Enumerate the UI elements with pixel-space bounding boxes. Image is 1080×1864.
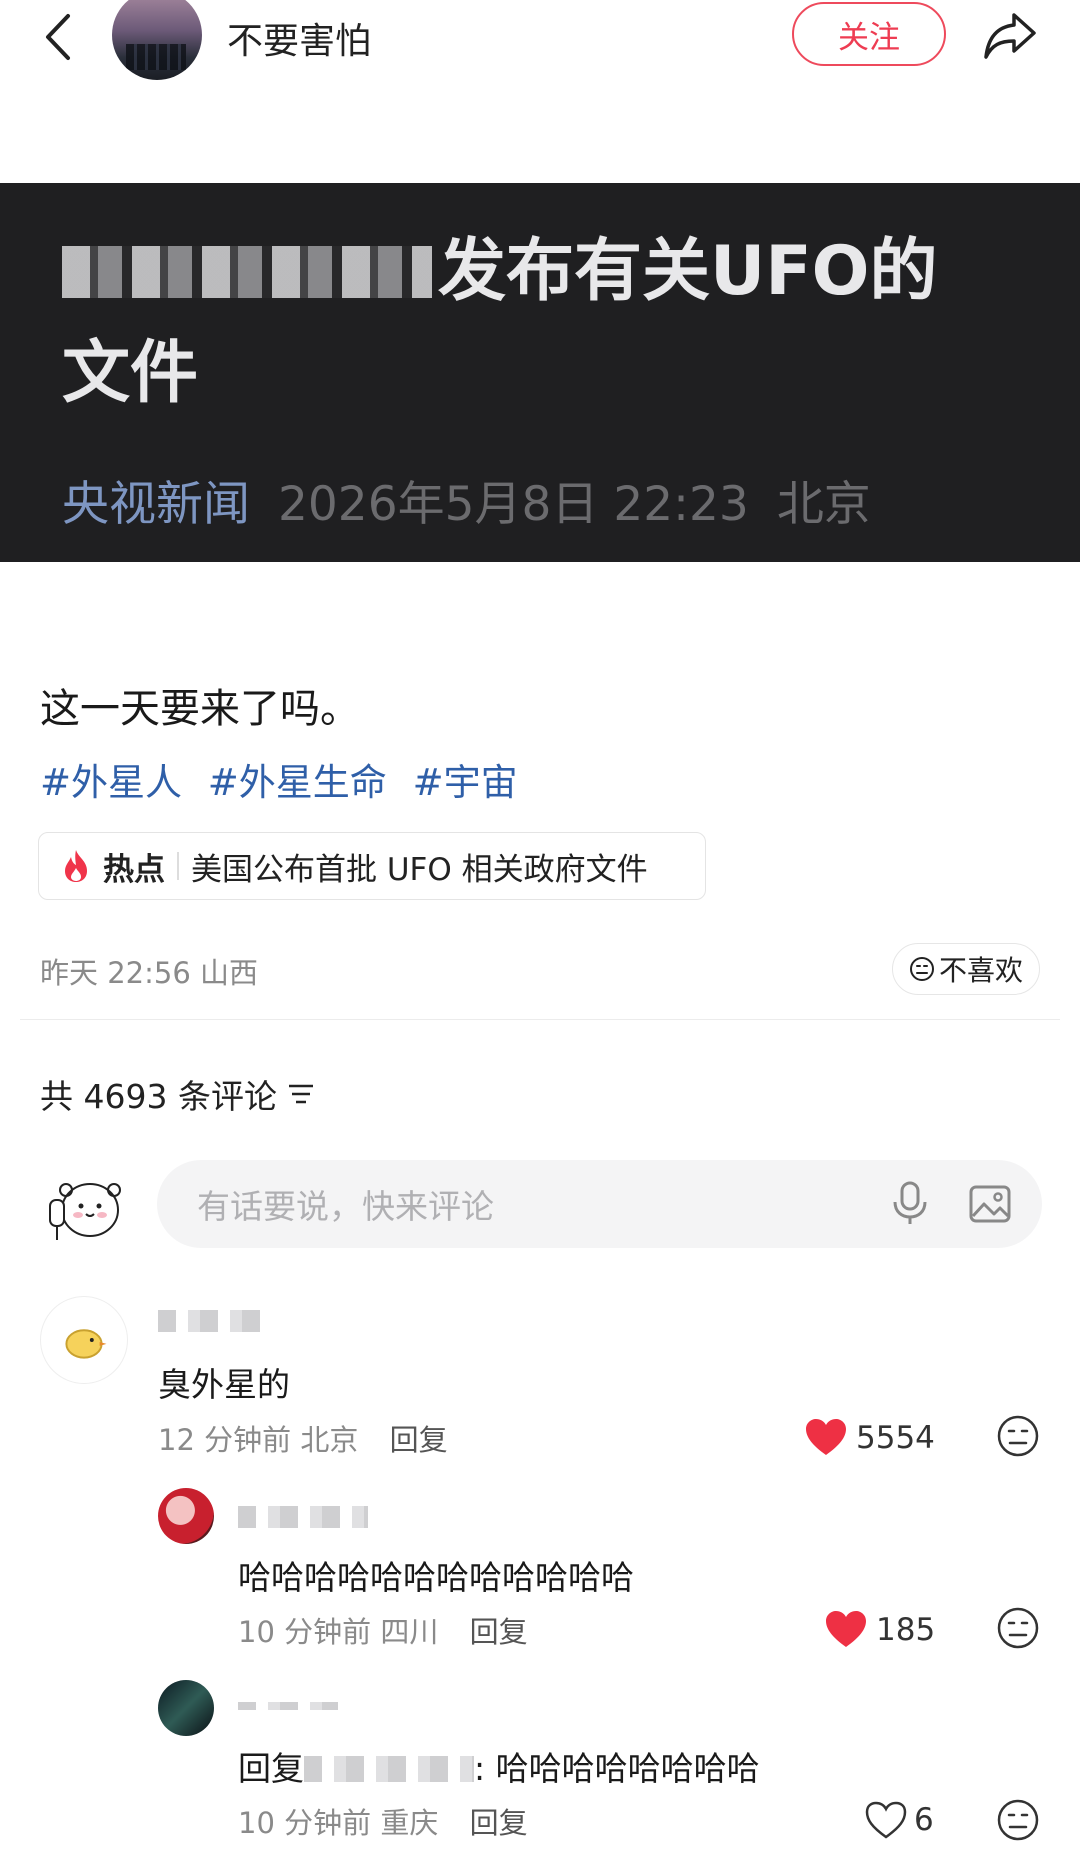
tag-link[interactable]: #外星人 [40, 761, 182, 804]
commenter-avatar[interactable] [158, 1680, 214, 1736]
blurred-username [158, 1310, 268, 1332]
news-meta: 央视新闻 2026年5月8日 22:23 北京 [62, 465, 871, 534]
news-location: 北京 [776, 477, 871, 532]
news-time: 2026年5月8日 22:23 [278, 477, 749, 532]
dislike-label: 不喜欢 [938, 954, 1023, 987]
meh-face-icon [909, 957, 934, 981]
comment-count[interactable]: 共 4693 条评论 [40, 1070, 315, 1118]
comment-location: 四川 [380, 1615, 439, 1649]
microphone-icon[interactable] [890, 1180, 930, 1226]
back-button[interactable] [38, 8, 82, 66]
comment-time: 10 分钟前 [238, 1806, 372, 1840]
share-button[interactable] [980, 5, 1040, 65]
commenter-avatar[interactable] [158, 1488, 214, 1544]
comment-meta: 10 分钟前 重庆 回复 [238, 1800, 528, 1842]
like-count: 5554 [856, 1420, 935, 1456]
reply-text: : 哈哈哈哈哈哈哈哈 [474, 1749, 760, 1788]
comment-text: 回复 : 哈哈哈哈哈哈哈哈 [238, 1742, 760, 1790]
post-meta: 昨天 22:56 山西 [40, 956, 259, 990]
author-avatar[interactable] [112, 0, 202, 80]
comment-time: 12 分钟前 [158, 1423, 292, 1457]
comment-count-text: 共 4693 条评论 [40, 1077, 277, 1116]
reply-prefix: 回复 [238, 1749, 304, 1788]
sort-icon [288, 1084, 313, 1104]
reply-button[interactable]: 回复 [390, 1423, 448, 1457]
my-avatar [40, 1160, 130, 1250]
heart-icon[interactable] [824, 1609, 868, 1649]
news-title: 发布有关UFO的 文件 [62, 221, 1022, 425]
news-card[interactable]: 发布有关UFO的 文件 央视新闻 2026年5月8日 22:23 北京 [0, 183, 1080, 562]
news-title-line2: 文件 [62, 334, 199, 413]
dislike-button[interactable]: 不喜欢 [892, 943, 1040, 995]
blurred-text [62, 246, 432, 298]
like-count: 6 [914, 1802, 934, 1838]
dislike-face-icon[interactable] [996, 1414, 1040, 1458]
blurred-username [238, 1702, 338, 1710]
news-title-line1: 发布有关UFO的 [438, 232, 938, 311]
hot-title: 美国公布首批 UFO 相关政府文件 [191, 851, 648, 888]
blurred-username [238, 1506, 368, 1528]
post-tags: #外星人 #外星生命 #宇宙 [40, 752, 532, 806]
comment-text: 臭外星的 [158, 1365, 290, 1404]
comment-location: 重庆 [380, 1806, 439, 1840]
comment-text: 哈哈哈哈哈哈哈哈哈哈哈哈 [238, 1558, 634, 1597]
reply-button[interactable]: 回复 [470, 1615, 528, 1649]
tag-link[interactable]: #外星生命 [208, 761, 387, 804]
dislike-face-icon[interactable] [996, 1606, 1040, 1650]
tag-link[interactable]: #宇宙 [413, 761, 518, 804]
news-source: 央视新闻 [62, 477, 250, 532]
hot-label: 热点 [103, 851, 165, 888]
share-icon [984, 13, 1036, 59]
fire-icon [65, 850, 87, 882]
top-bar: 不要害怕 关注 [0, 0, 1080, 110]
divider [20, 1019, 1060, 1020]
author-name[interactable]: 不要害怕 [227, 12, 371, 64]
post-text: 这一天要来了吗。 [40, 686, 360, 732]
chick-icon [65, 1329, 107, 1359]
like-count: 185 [876, 1612, 936, 1648]
comment-time: 10 分钟前 [238, 1615, 372, 1649]
comment-meta: 10 分钟前 四川 回复 [238, 1609, 528, 1651]
heart-outline-icon[interactable] [864, 1800, 908, 1840]
blurred-mention [304, 1756, 474, 1782]
image-icon[interactable] [968, 1182, 1012, 1226]
hot-topic-chip[interactable]: 热点 美国公布首批 UFO 相关政府文件 [38, 832, 706, 900]
cartoon-avatar-icon [49, 1183, 121, 1240]
commenter-avatar[interactable] [40, 1296, 128, 1384]
chevron-left-icon [46, 14, 70, 60]
follow-button[interactable]: 关注 [792, 2, 946, 66]
comment-location: 北京 [300, 1423, 359, 1457]
comment-meta: 12 分钟前 北京 回复 [158, 1417, 448, 1459]
reply-button[interactable]: 回复 [470, 1806, 528, 1840]
heart-icon[interactable] [804, 1417, 848, 1457]
separator [177, 852, 179, 880]
dislike-face-icon[interactable] [996, 1798, 1040, 1842]
